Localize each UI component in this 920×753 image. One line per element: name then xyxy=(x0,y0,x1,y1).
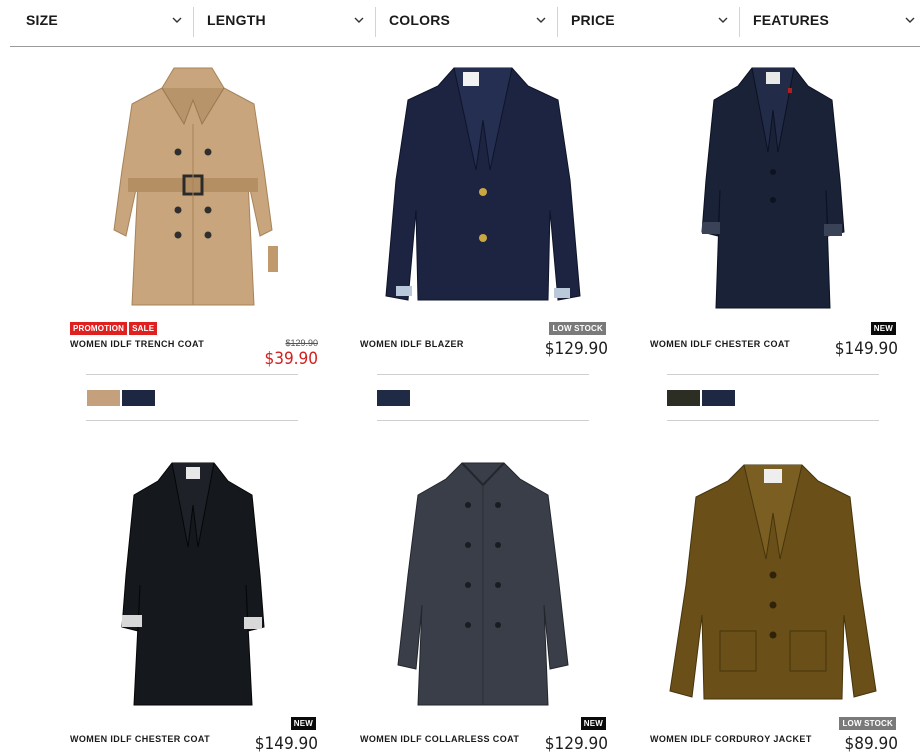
divider xyxy=(667,420,879,421)
chevron-down-icon xyxy=(172,17,182,23)
trench-coat-image xyxy=(113,67,278,306)
product-name[interactable]: WOMEN IDLF CHESTER COAT xyxy=(650,339,790,349)
color-swatch-olive[interactable] xyxy=(667,390,700,406)
filter-price-label: PRICE xyxy=(571,12,615,28)
product-badges: LOW STOCK xyxy=(839,717,896,730)
chevron-down-icon xyxy=(905,17,915,23)
collarless-coat-image xyxy=(397,462,569,706)
chester-coat-image xyxy=(701,67,845,309)
product-badges: NEW xyxy=(290,717,316,730)
product-image[interactable] xyxy=(648,455,898,710)
low-stock-badge: LOW STOCK xyxy=(549,322,606,335)
color-swatches xyxy=(667,390,735,406)
filter-size-dropdown[interactable]: SIZE xyxy=(10,0,193,40)
chevron-down-icon xyxy=(354,17,364,23)
filter-bar: SIZE LENGTH COLORS PRICE FEATURES xyxy=(10,0,920,47)
color-swatch-navy[interactable] xyxy=(702,390,735,406)
divider xyxy=(377,374,589,375)
divider xyxy=(667,374,879,375)
product-name[interactable]: WOMEN IDLF BLAZER xyxy=(360,339,464,349)
color-swatches xyxy=(87,390,155,406)
product-image[interactable] xyxy=(68,60,318,315)
product-price: $89.90 xyxy=(844,734,899,753)
chevron-down-icon xyxy=(536,17,546,23)
product-image[interactable] xyxy=(648,60,898,315)
filter-colors-dropdown[interactable]: COLORS xyxy=(375,0,557,40)
product-name[interactable]: WOMEN IDLF CHESTER COAT xyxy=(70,734,210,744)
product-old-price: $129.90 xyxy=(285,338,318,348)
color-swatches xyxy=(377,390,410,406)
product-price: $149.90 xyxy=(834,339,898,359)
product-badges: NEW xyxy=(870,322,896,335)
color-swatch-beige[interactable] xyxy=(87,390,120,406)
product-badges: PROMOTION SALE xyxy=(70,322,158,335)
divider xyxy=(86,420,298,421)
filter-size-label: SIZE xyxy=(26,12,58,28)
filter-price-dropdown[interactable]: PRICE xyxy=(557,0,739,40)
color-swatch-navy[interactable] xyxy=(122,390,155,406)
chester-coat-black-image xyxy=(121,462,265,706)
new-badge: NEW xyxy=(580,717,606,730)
divider xyxy=(377,420,589,421)
product-price: $149.90 xyxy=(254,734,318,753)
filter-length-label: LENGTH xyxy=(207,12,266,28)
filter-features-label: FEATURES xyxy=(753,12,830,28)
new-badge: NEW xyxy=(870,322,896,335)
blazer-image xyxy=(385,67,581,301)
product-image[interactable] xyxy=(358,455,608,710)
product-name[interactable]: WOMEN IDLF TRENCH COAT xyxy=(70,339,204,349)
product-price: $129.90 xyxy=(544,339,608,359)
new-badge: NEW xyxy=(290,717,316,730)
filter-length-dropdown[interactable]: LENGTH xyxy=(193,0,375,40)
product-badges: NEW xyxy=(580,717,606,730)
product-image[interactable] xyxy=(68,455,318,710)
color-swatch-navy[interactable] xyxy=(377,390,410,406)
low-stock-badge: LOW STOCK xyxy=(839,717,896,730)
product-name[interactable]: WOMEN IDLF COLLARLESS COAT xyxy=(360,734,519,744)
product-price: $129.90 xyxy=(544,734,608,753)
chevron-down-icon xyxy=(718,17,728,23)
product-price: $39.90 xyxy=(264,349,319,369)
divider xyxy=(86,374,298,375)
product-badges: LOW STOCK xyxy=(549,322,606,335)
filter-colors-label: COLORS xyxy=(389,12,451,28)
product-image[interactable] xyxy=(358,60,608,315)
product-name[interactable]: WOMEN IDLF CORDUROY JACKET xyxy=(650,734,812,744)
sale-badge: SALE xyxy=(129,322,158,335)
promotion-badge: PROMOTION xyxy=(70,322,128,335)
filter-features-dropdown[interactable]: FEATURES xyxy=(739,0,920,40)
corduroy-jacket-image xyxy=(669,464,877,700)
